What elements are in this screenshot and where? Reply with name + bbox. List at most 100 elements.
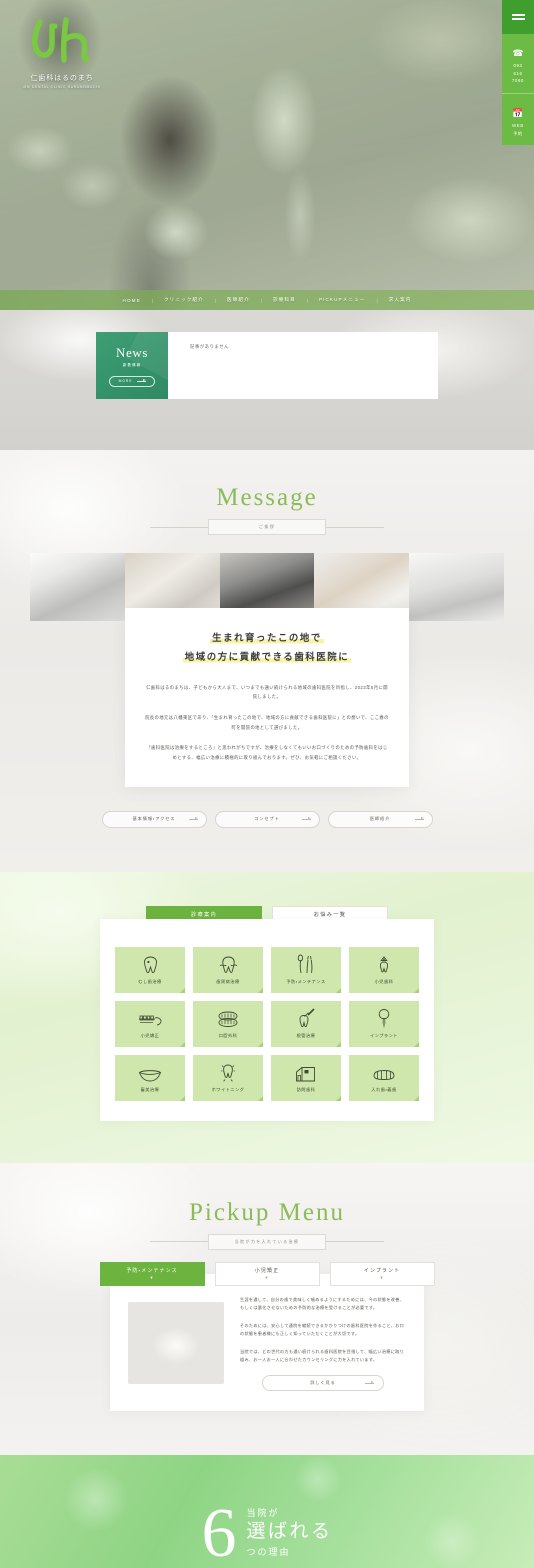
divider-right xyxy=(326,526,384,528)
clinic-photo-1 xyxy=(30,553,125,621)
pickup-panel: 生涯を通して、自分の歯で美味しく噛めるようにするためには、今の状態を改善、もしく… xyxy=(110,1273,424,1412)
news-card-body: 記事がありません xyxy=(168,332,438,399)
news-more-label: MORE xyxy=(118,379,133,383)
news-empty-message: 記事がありません xyxy=(190,344,229,349)
telephone-button[interactable]: ☎ 093 616 7090 xyxy=(502,34,534,93)
tab-label: 予防・メンテナンス xyxy=(126,1268,178,1274)
denture-icon xyxy=(372,1062,396,1082)
calendar-icon: 📅 xyxy=(512,108,524,119)
house-visit-icon xyxy=(295,1062,317,1082)
treatment-card-whitening[interactable]: ホワイトニング xyxy=(193,1054,263,1101)
child-tooth-icon xyxy=(377,954,391,974)
treatment-card-label: むし歯治療 xyxy=(138,979,162,984)
pickup-tab-child-ortho[interactable]: 小児矯正 ▼ xyxy=(214,1261,320,1286)
whitening-tooth-icon xyxy=(219,1062,237,1082)
homepage: 仁歯科はるのまち JIN DENTAL CLINIC HARUNOMACHI 一… xyxy=(0,0,534,1568)
hero-copy: 一人一人に合わせた 安心感のある治療を 地域のかかりつけ歯科として 幅広く専門性… xyxy=(0,66,478,300)
reasons-line-3: つの理由 xyxy=(246,1547,291,1558)
reasons-number: 6 xyxy=(201,1495,237,1568)
message-paragraph-1: 仁歯科はるのまちは、子どもから大人まで、いつまでも通い続けられる地域の歯科医院を… xyxy=(146,684,388,700)
tel-line-3: 7090 xyxy=(511,78,525,84)
treatment-card-oral-surgery[interactable]: 口腔外科 xyxy=(193,1000,263,1047)
reasons-line-2: 選ばれる xyxy=(246,1521,333,1543)
treatment-card-child-ortho[interactable]: 小児矯正 xyxy=(115,1000,185,1047)
arrow-right-icon xyxy=(137,378,147,382)
button-concept[interactable]: コンセプト xyxy=(214,810,320,828)
hamburger-menu-button[interactable] xyxy=(502,0,534,34)
tel-line-2: 616 xyxy=(513,70,523,76)
button-basic-info-access[interactable]: 基本情報・アクセス xyxy=(101,810,207,828)
phone-icon: ☎ xyxy=(512,48,524,59)
treatment-card-cavity[interactable]: むし歯治療 xyxy=(115,946,185,993)
tel-line-1: 093 xyxy=(513,63,523,69)
treatment-card-label: ホワイトニング xyxy=(211,1087,245,1092)
message-paragraph-3: 「歯科医院は治療をするところ」と思われがちですが、治療をしなくてもいいお口づくり… xyxy=(146,745,388,760)
treatment-card-root-canal[interactable]: 根管治療 xyxy=(271,1000,341,1047)
web-reservation-button[interactable]: 📅 WEB 予約 xyxy=(502,93,534,145)
message-title: Message xyxy=(216,484,318,511)
clinic-photo-5 xyxy=(409,553,504,621)
pickup-tab-prevention[interactable]: 予防・メンテナンス ▼ xyxy=(99,1261,205,1286)
pickup-tabs: 予防・メンテナンス ▼ 小児矯正 ▼ インプラント ▼ xyxy=(0,1261,534,1286)
tooth-cavity-icon xyxy=(142,954,159,974)
nav-item-treatments[interactable]: 診療科目 xyxy=(262,297,307,303)
button-label: コンセプト xyxy=(254,816,280,821)
nav-item-doctor[interactable]: 医師紹介 xyxy=(216,297,261,303)
treatment-card-pediatric[interactable]: 小児歯科 xyxy=(349,946,419,993)
pickup-title: Pickup Menu xyxy=(188,1198,346,1226)
treatment-card-label: インプラント xyxy=(370,1033,398,1038)
nav-item-home[interactable]: HOME xyxy=(112,298,152,303)
treatment-card-label: 審美治療 xyxy=(140,1087,160,1092)
nav-item-clinic[interactable]: クリニック紹介 xyxy=(153,297,215,303)
pickup-photo xyxy=(128,1302,224,1385)
braces-icon xyxy=(138,1008,163,1028)
message-section: Message ご挨拶 生まれ育ったこの地で 地域の方に貢献できる歯科医院に 仁… xyxy=(0,450,534,872)
treatment-card-label: 口腔外科 xyxy=(218,1033,238,1038)
arrow-right-icon xyxy=(188,817,198,820)
button-doctor-intro[interactable]: 医師紹介 xyxy=(327,810,433,828)
treatment-card-label: 入れ歯・義歯 xyxy=(371,1087,397,1092)
treatment-panel: むし歯治療 歯周病治療 予防・メンテナンス 小児歯科 小児矯正 口腔外科 根管治… xyxy=(100,918,434,1121)
message-subtitle: ご挨拶 xyxy=(208,519,326,535)
pickup-paragraph-2: そのためには、安心して通院を継続できるかかりつけの歯科医院を作ること、お口の状態… xyxy=(240,1322,405,1337)
treatment-card-label: 歯周病治療 xyxy=(216,979,240,984)
treatment-card-aesthetic[interactable]: 審美治療 xyxy=(115,1054,185,1101)
pickup-detail-button[interactable]: 詳しく見る xyxy=(262,1375,384,1392)
nav-item-recruit[interactable]: 求人案内 xyxy=(378,297,423,303)
site-logo[interactable]: 仁歯科はるのまち JIN DENTAL CLINIC HARUNOMACHI xyxy=(14,14,110,89)
reasons-heading: 6 当院が 選ばれる つの理由 xyxy=(0,1495,534,1568)
treatment-card-implant[interactable]: インプラント xyxy=(349,1000,419,1047)
logo-name-ja: 仁歯科はるのまち xyxy=(30,74,94,82)
treatment-card-label: 小児歯科 xyxy=(374,979,394,984)
hero-section: 仁歯科はるのまち JIN DENTAL CLINIC HARUNOMACHI 一… xyxy=(0,0,534,310)
treatment-card-home-visit[interactable]: 訪問歯科 xyxy=(271,1054,341,1101)
message-paragraph-2: 院長の地元は八幡東区であり、「生まれ育ったこの地で、地域の方に貢献できる歯科医院… xyxy=(145,714,389,730)
pickup-tab-implant[interactable]: インプラント ▼ xyxy=(329,1261,435,1286)
news-more-button[interactable]: MORE xyxy=(108,375,156,387)
treatment-card-denture[interactable]: 入れ歯・義歯 xyxy=(349,1054,419,1101)
treatment-card-prevention[interactable]: 予防・メンテナンス xyxy=(271,946,341,993)
pickup-subtitle: 当院が力を入れている治療 xyxy=(208,1233,326,1250)
pickup-body: 生涯を通して、自分の歯で美味しく噛めるようにするためには、今の状態を改善、もしく… xyxy=(240,1296,406,1392)
arrow-right-icon xyxy=(414,817,424,820)
treatment-card-label: 小児矯正 xyxy=(140,1033,160,1038)
divider-left xyxy=(150,1241,208,1242)
chevron-down-icon: ▼ xyxy=(149,1275,155,1280)
message-card: 生まれ育ったこの地で 地域の方に貢献できる歯科医院に 仁歯科はるのまちは、子ども… xyxy=(125,608,409,787)
tooth-gum-icon xyxy=(219,954,238,974)
news-card: News 新着情報 MORE 記事がありません xyxy=(96,332,438,399)
divider-left xyxy=(150,526,208,528)
treatment-card-periodontal[interactable]: 歯周病治療 xyxy=(193,946,263,993)
reasons-line-1: 当院が xyxy=(246,1508,280,1519)
pickup-heading: Pickup Menu 当院が力を入れている治療 xyxy=(0,1199,534,1250)
reasons-section: 6 当院が 選ばれる つの理由 xyxy=(0,1455,534,1568)
tab-label: 小児矯正 xyxy=(254,1268,280,1274)
treatment-menu-section: 診療案内 ▼ お悩み一覧 ▼ むし歯治療 xyxy=(0,872,534,1163)
pickup-menu-section: Pickup Menu 当院が力を入れている治療 予防・メンテナンス ▼ 小児矯… xyxy=(0,1163,534,1456)
nav-item-pickup[interactable]: PICKUPメニュー xyxy=(308,297,376,303)
message-heading-block: 生まれ育ったこの地で 地域の方に貢献できる歯科医院に xyxy=(145,630,389,669)
dental-tools-icon xyxy=(297,954,315,974)
treatment-card-label: 訪問歯科 xyxy=(296,1087,316,1092)
news-card-header: News 新着情報 MORE xyxy=(96,332,168,399)
arrow-right-icon xyxy=(365,1381,374,1385)
